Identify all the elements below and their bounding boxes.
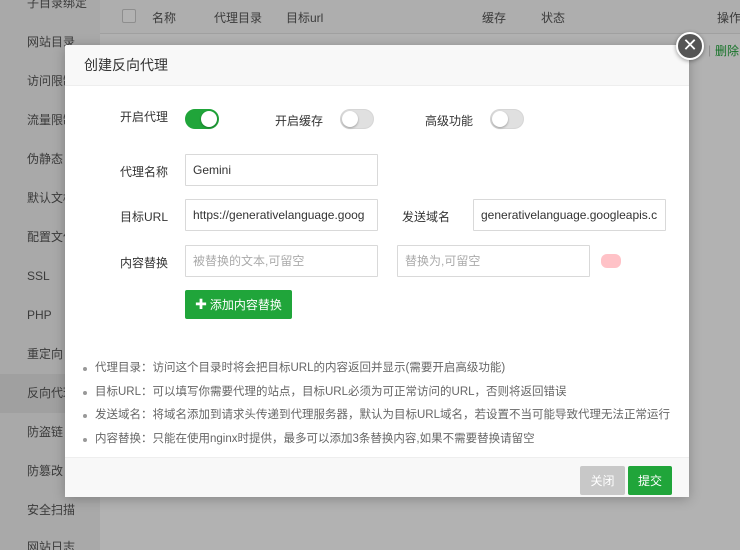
proxy-name-label: 代理名称	[120, 165, 169, 179]
dialog-title: 创建反向代理	[65, 45, 689, 86]
toggle-knob	[342, 111, 358, 127]
plus-icon: ✚	[195, 296, 207, 312]
close-button[interactable]: 关闭	[580, 466, 625, 495]
content-replace-label: 内容替换	[120, 256, 169, 270]
enable-proxy-toggle[interactable]	[185, 109, 219, 129]
note-target-url: 目标URL：可以填写你需要代理的站点，目标URL必须为可正常访问的URL，否则将…	[83, 381, 683, 405]
advanced-label: 高级功能	[425, 114, 474, 128]
submit-button[interactable]: 提交	[628, 466, 672, 495]
add-content-replace-label: 添加内容替换	[209, 298, 282, 312]
note-content-replace: 内容替换：只能在使用nginx时提供，最多可以添加3条替换内容,如果不需要替换请…	[83, 428, 683, 452]
enable-cache-toggle[interactable]	[340, 109, 374, 129]
note-proxy-dir: 代理目录：访问这个目录时将会把目标URL的内容返回并显示(需要开启高级功能)	[83, 357, 683, 381]
send-domain-input[interactable]: generativelanguage.googleapis.c	[473, 199, 666, 231]
target-url-input[interactable]: https://generativelanguage.goog	[185, 199, 378, 231]
toggle-knob	[201, 111, 217, 127]
create-reverse-proxy-dialog: 创建反向代理 开启代理 开启缓存 高级功能 代理名称 Gemini 目标URL …	[65, 45, 689, 497]
toggle-knob	[492, 111, 508, 127]
dialog-footer: 关闭 提交	[65, 457, 689, 497]
add-content-replace-button[interactable]: ✚ 添加内容替换	[185, 290, 292, 319]
replace-from-input[interactable]	[185, 245, 378, 277]
send-domain-label: 发送域名	[402, 210, 451, 224]
advanced-toggle[interactable]	[490, 109, 524, 129]
enable-cache-label: 开启缓存	[275, 114, 324, 128]
dialog-close-icon[interactable]: ✕	[676, 32, 704, 60]
enable-proxy-label: 开启代理	[120, 110, 169, 124]
help-notes: 代理目录：访问这个目录时将会把目标URL的内容返回并显示(需要开启高级功能) 目…	[83, 357, 683, 451]
highlight-mark	[601, 254, 621, 268]
target-url-label: 目标URL	[120, 210, 169, 224]
note-send-domain: 发送域名：将域名添加到请求头传递到代理服务器，默认为目标URL域名，若设置不当可…	[83, 404, 683, 428]
proxy-name-input[interactable]: Gemini	[185, 154, 378, 186]
replace-to-input[interactable]	[397, 245, 590, 277]
